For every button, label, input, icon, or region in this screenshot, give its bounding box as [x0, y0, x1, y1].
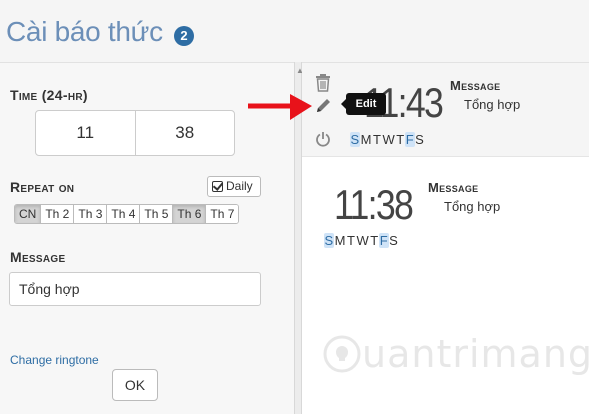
alarm-message-label: Message [428, 180, 479, 195]
weekday-letter: T [347, 233, 356, 248]
alarm-item[interactable]: 11:38 Message Tổng hợp SMTWTFS [302, 165, 589, 255]
watermark: uantrimang [322, 332, 589, 376]
time-label: Time (24-hr) [10, 87, 88, 103]
weekday-letter: F [379, 233, 389, 248]
power-icon[interactable] [315, 131, 331, 152]
weekday-letter: S [324, 233, 335, 248]
alarm-count-badge: 2 [174, 26, 194, 46]
alarm-message: Tổng hợp [444, 199, 501, 214]
weekday-letter: M [360, 132, 373, 147]
alarm-message: Tổng hợp [464, 97, 521, 112]
alarm-weekdays: SMTWTFS [324, 233, 399, 248]
alarm-time: 11:38 [334, 181, 414, 228]
weekday-letter: T [396, 132, 405, 147]
weekday-letter: F [405, 132, 415, 147]
weekday-letter: S [389, 233, 399, 248]
message-input[interactable]: Tổng hợp [9, 272, 261, 306]
day-toggle-th4[interactable]: Th 4 [107, 205, 141, 223]
change-ringtone-link[interactable]: Change ringtone [10, 353, 99, 367]
day-toggle-th7[interactable]: Th 7 [206, 205, 239, 223]
alarm-weekdays: SMTWTFS [350, 132, 425, 147]
daily-label: Daily [226, 179, 253, 193]
watermark-text: uantrimang [362, 332, 589, 376]
pencil-icon[interactable] [315, 97, 332, 119]
weekday-letter: W [382, 132, 396, 147]
daily-toggle-button[interactable]: Daily [207, 176, 261, 197]
minute-input[interactable]: 38 [134, 111, 235, 155]
app-header: Cài báo thức 2 [0, 0, 589, 62]
repeat-days-group: CN Th 2 Th 3 Th 4 Th 5 Th 6 Th 7 [14, 204, 240, 224]
hour-input[interactable]: 11 [36, 111, 135, 155]
time-input-group: 11 38 [35, 110, 235, 156]
day-toggle-th2[interactable]: Th 2 [41, 205, 75, 223]
alarm-message-label: Message [450, 78, 501, 93]
weekday-letter: W [356, 233, 370, 248]
ok-button[interactable]: OK [112, 369, 158, 401]
bulb-logo-icon [323, 335, 361, 373]
message-label: Message [10, 249, 66, 265]
weekday-letter: S [350, 132, 361, 147]
day-toggle-th3[interactable]: Th 3 [74, 205, 108, 223]
weekday-letter: S [415, 132, 425, 147]
day-toggle-cn[interactable]: CN [15, 205, 42, 223]
weekday-letter: M [334, 233, 347, 248]
check-icon [212, 181, 223, 192]
day-toggle-th6[interactable]: Th 6 [173, 205, 207, 223]
red-arrow-icon [246, 92, 314, 131]
trash-icon[interactable] [315, 74, 331, 97]
weekday-letter: T [373, 132, 382, 147]
repeat-label: Repeat on [10, 179, 75, 195]
weekday-letter: T [370, 233, 379, 248]
page-title: Cài báo thức [6, 16, 163, 47]
edit-tooltip: Edit [341, 93, 386, 115]
day-toggle-th5[interactable]: Th 5 [140, 205, 174, 223]
